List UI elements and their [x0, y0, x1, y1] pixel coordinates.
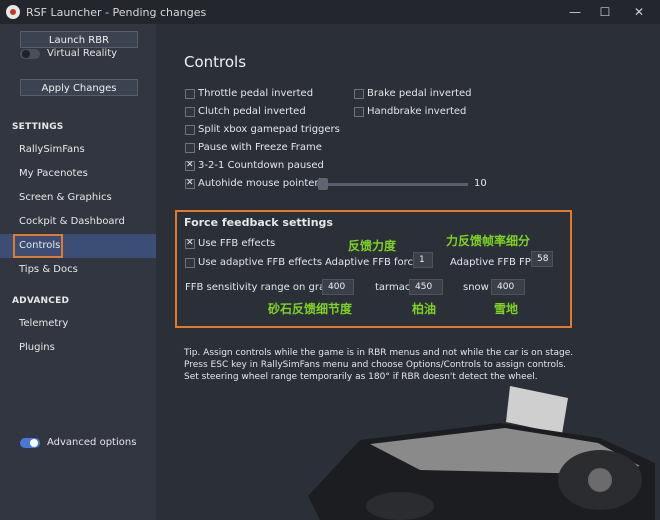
- adaptive-fps-input[interactable]: 58: [531, 251, 553, 267]
- cn-fps-annotation: 力反馈帧率细分: [446, 234, 531, 248]
- tip-line: Tip. Assign controls while the game is i…: [184, 348, 574, 358]
- throttle-inverted-checkbox[interactable]: [185, 89, 195, 99]
- advanced-options-toggle[interactable]: [20, 438, 40, 448]
- clutch-inverted-checkbox[interactable]: [185, 107, 195, 117]
- settings-section-header: SETTINGS: [12, 122, 64, 132]
- apply-changes-button[interactable]: Apply Changes: [20, 79, 138, 96]
- autohide-slider-track[interactable]: [316, 183, 468, 186]
- sidebar-item-cockpit-dashboard[interactable]: Cockpit & Dashboard: [0, 210, 156, 234]
- sidebar: Launch RBR Virtual Reality Apply Changes…: [0, 24, 156, 520]
- sidebar-item-telemetry[interactable]: Telemetry: [0, 312, 156, 336]
- use-ffb-label: Use FFB effects: [198, 238, 276, 249]
- minimize-button[interactable]: —: [560, 3, 590, 21]
- tip-line: Set steering wheel range temporarily as …: [184, 372, 538, 382]
- page-title: Controls: [184, 53, 247, 71]
- split-triggers-checkbox[interactable]: [185, 125, 195, 135]
- gravel-range-label: FFB sensitivity range on gravel: [185, 282, 340, 293]
- handbrake-inverted-label: Handbrake inverted: [367, 106, 467, 117]
- controls-highlight-box: [13, 234, 63, 258]
- autohide-slider-value: 10: [474, 178, 487, 189]
- sidebar-item-label: Cockpit & Dashboard: [19, 216, 125, 227]
- handbrake-inverted-checkbox[interactable]: [354, 107, 364, 117]
- maximize-button[interactable]: ☐: [590, 3, 620, 21]
- vr-label: Virtual Reality: [47, 48, 118, 59]
- cn-force-annotation: 反馈力度: [348, 239, 397, 253]
- car-illustration: [308, 386, 655, 520]
- freeze-frame-label: Pause with Freeze Frame: [198, 142, 322, 153]
- advanced-options-label: Advanced options: [47, 437, 137, 448]
- ffb-section-title: Force feedback settings: [184, 216, 333, 229]
- advanced-section-header: ADVANCED: [12, 296, 70, 306]
- sidebar-item-tips-docs[interactable]: Tips & Docs: [0, 258, 156, 282]
- snow-range-input[interactable]: 400: [491, 279, 525, 295]
- vr-toggle[interactable]: [20, 49, 40, 59]
- sidebar-item-rallysimfans[interactable]: RallySimFans: [0, 138, 156, 162]
- window-title: RSF Launcher - Pending changes: [26, 6, 207, 19]
- use-ffb-checkbox[interactable]: [185, 238, 195, 249]
- clutch-inverted-label: Clutch pedal inverted: [198, 106, 306, 117]
- sidebar-item-plugins[interactable]: Plugins: [0, 336, 156, 360]
- app-logo-icon: [6, 5, 20, 19]
- autohide-pointer-checkbox[interactable]: [185, 178, 195, 189]
- sidebar-item-label: Telemetry: [19, 318, 69, 329]
- sidebar-item-label: Tips & Docs: [19, 264, 78, 275]
- adaptive-ffb-label: Use adaptive FFB effects: [198, 257, 323, 268]
- brake-inverted-checkbox[interactable]: [354, 89, 364, 99]
- tarmac-range-input[interactable]: 450: [409, 279, 443, 295]
- autohide-slider-handle[interactable]: [318, 178, 328, 190]
- adaptive-fps-label: Adaptive FFB FPS: [450, 257, 538, 268]
- sidebar-item-label: Plugins: [19, 342, 55, 353]
- sidebar-item-my-pacenotes[interactable]: My Pacenotes: [0, 162, 156, 186]
- tip-text: Tip. Assign controls while the game is i…: [184, 347, 584, 383]
- autohide-pointer-label: Autohide mouse pointer: [198, 178, 319, 189]
- cn-tarmac-annotation: 柏油: [412, 302, 437, 316]
- tip-line: Press ESC key in RallySimFans menu and c…: [184, 360, 567, 370]
- cn-gravel-annotation: 砂石反馈细节度: [268, 302, 353, 316]
- countdown-paused-checkbox[interactable]: [185, 160, 195, 171]
- snow-range-label: snow: [463, 282, 489, 293]
- cn-snow-annotation: 雪地: [494, 302, 519, 316]
- title-bar: RSF Launcher - Pending changes — ☐ ✕: [0, 0, 660, 24]
- throttle-inverted-label: Throttle pedal inverted: [198, 88, 314, 99]
- adaptive-force-label: Adaptive FFB force: [325, 257, 420, 268]
- tarmac-range-label: tarmac: [375, 282, 411, 293]
- adaptive-ffb-checkbox[interactable]: [185, 258, 195, 268]
- split-triggers-label: Split xbox gamepad triggers: [198, 124, 340, 135]
- countdown-paused-label: 3-2-1 Countdown paused: [198, 160, 324, 171]
- brake-inverted-label: Brake pedal inverted: [367, 88, 472, 99]
- gravel-range-input[interactable]: 400: [322, 279, 354, 295]
- launch-rbr-button[interactable]: Launch RBR: [20, 31, 138, 48]
- sidebar-item-label: My Pacenotes: [19, 168, 88, 179]
- adaptive-force-input[interactable]: 1: [413, 252, 433, 268]
- sidebar-item-label: Screen & Graphics: [19, 192, 112, 203]
- close-button[interactable]: ✕: [624, 3, 654, 21]
- sidebar-item-screen-graphics[interactable]: Screen & Graphics: [0, 186, 156, 210]
- sidebar-item-label: RallySimFans: [19, 144, 85, 155]
- freeze-frame-checkbox[interactable]: [185, 143, 195, 153]
